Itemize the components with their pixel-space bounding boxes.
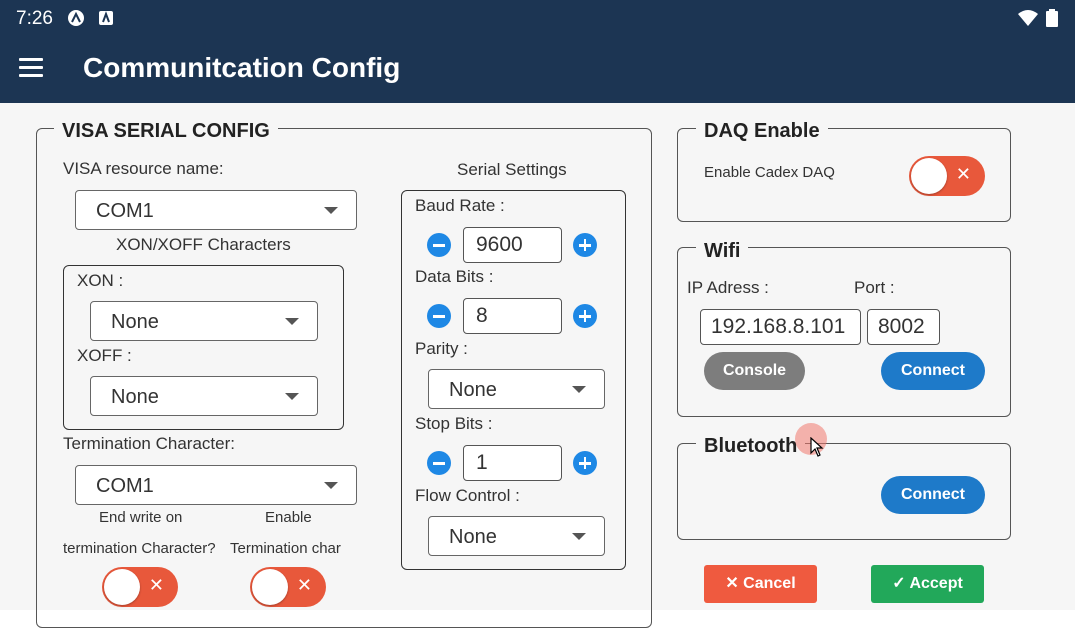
app-bar: Communitcation Config: [0, 36, 1075, 103]
enable-term-label-line1: Enable: [265, 509, 312, 526]
visa-serial-config-legend: VISA SERIAL CONFIG: [54, 120, 278, 143]
plus-icon: [583, 239, 587, 251]
minus-icon: [433, 315, 445, 318]
baud-rate-label: Baud Rate :: [415, 196, 505, 215]
port-field[interactable]: [867, 309, 940, 345]
xon-label: XON :: [77, 271, 124, 290]
cancel-button[interactable]: ✕ Cancel: [704, 565, 817, 603]
end-write-toggle[interactable]: ✕: [102, 567, 178, 607]
enable-term-label-line2: Termination char: [230, 540, 341, 557]
xon-value: None: [111, 311, 159, 333]
termination-char-value: COM1: [96, 475, 154, 497]
wifi-connect-button[interactable]: Connect: [881, 352, 985, 390]
serial-settings-title: Serial Settings: [457, 160, 567, 179]
baud-rate-input[interactable]: [464, 228, 561, 262]
close-icon: ✕: [296, 575, 312, 595]
flow-control-value: None: [449, 526, 497, 548]
xonxoff-label: XON/XOFF Characters: [116, 235, 291, 254]
xoff-label: XOFF :: [77, 346, 132, 365]
accept-button[interactable]: ✓ Accept: [871, 565, 984, 603]
chevron-down-icon: [324, 207, 338, 214]
flow-control-label: Flow Control :: [415, 486, 520, 505]
stop-bits-decrement-button[interactable]: [427, 451, 451, 475]
xon-dropdown[interactable]: None: [90, 301, 318, 341]
port-label: Port :: [854, 278, 895, 297]
parity-dropdown[interactable]: None: [428, 369, 605, 409]
wifi-signal-icon: [1018, 10, 1038, 26]
xoff-dropdown[interactable]: None: [90, 376, 318, 416]
plus-icon: [583, 457, 587, 469]
bluetooth-connect-button[interactable]: Connect: [881, 476, 985, 514]
chevron-down-icon: [572, 533, 586, 540]
status-bar: 7:26: [0, 0, 1075, 36]
end-write-label-line1: End write on: [99, 509, 183, 526]
visa-resource-value: COM1: [96, 200, 154, 222]
visa-resource-dropdown[interactable]: COM1: [75, 190, 357, 230]
close-icon: ✕: [148, 575, 164, 595]
mouse-pointer-icon: [810, 437, 824, 457]
notification-icon-b: [99, 11, 113, 25]
stop-bits-field[interactable]: [463, 445, 562, 481]
visa-resource-label: VISA resource name:: [63, 159, 224, 178]
data-bits-field[interactable]: [463, 298, 562, 334]
notification-icon-a: [68, 10, 84, 26]
port-input[interactable]: [868, 310, 939, 344]
page-title: Communitcation Config: [83, 52, 401, 83]
termination-char-dropdown[interactable]: COM1: [75, 465, 357, 505]
ip-address-field[interactable]: [700, 309, 861, 345]
termination-char-label: Termination Character:: [63, 434, 235, 453]
chevron-down-icon: [572, 386, 586, 393]
chevron-down-icon: [285, 318, 299, 325]
toggle-knob: [104, 569, 140, 605]
minus-icon: [433, 244, 445, 247]
console-button[interactable]: Console: [704, 352, 805, 390]
chevron-down-icon: [324, 482, 338, 489]
toggle-knob: [911, 158, 947, 194]
data-bits-increment-button[interactable]: [573, 304, 597, 328]
baud-decrement-button[interactable]: [427, 233, 451, 257]
end-write-label-line2: termination Character?: [63, 540, 216, 557]
xoff-value: None: [111, 386, 159, 408]
enable-cadex-daq-label: Enable Cadex DAQ: [704, 164, 835, 181]
battery-icon: [1046, 9, 1058, 27]
daq-enable-legend: DAQ Enable: [696, 120, 828, 143]
enable-termination-toggle[interactable]: ✕: [250, 567, 326, 607]
stop-bits-input[interactable]: [464, 446, 561, 480]
close-icon: ✕: [955, 164, 971, 184]
plus-icon: [583, 310, 587, 322]
minus-icon: [433, 462, 445, 465]
status-time: 7:26: [16, 8, 53, 29]
chevron-down-icon: [285, 393, 299, 400]
enable-cadex-daq-toggle[interactable]: ✕: [909, 156, 985, 196]
toggle-knob: [252, 569, 288, 605]
baud-rate-field[interactable]: [463, 227, 562, 263]
bluetooth-legend: Bluetooth: [696, 435, 806, 458]
hamburger-menu-icon[interactable]: [19, 58, 43, 78]
stop-bits-increment-button[interactable]: [573, 451, 597, 475]
stop-bits-label: Stop Bits :: [415, 414, 493, 433]
data-bits-decrement-button[interactable]: [427, 304, 451, 328]
wifi-legend: Wifi: [696, 240, 749, 263]
ip-address-label: IP Adress :: [687, 278, 769, 297]
parity-value: None: [449, 379, 497, 401]
data-bits-label: Data Bits :: [415, 267, 494, 286]
parity-label: Parity :: [415, 339, 468, 358]
data-bits-input[interactable]: [464, 299, 561, 333]
baud-increment-button[interactable]: [573, 233, 597, 257]
ip-address-input[interactable]: [701, 310, 860, 344]
main-content: VISA SERIAL CONFIG VISA resource name: C…: [0, 103, 1075, 628]
flow-control-dropdown[interactable]: None: [428, 516, 605, 556]
